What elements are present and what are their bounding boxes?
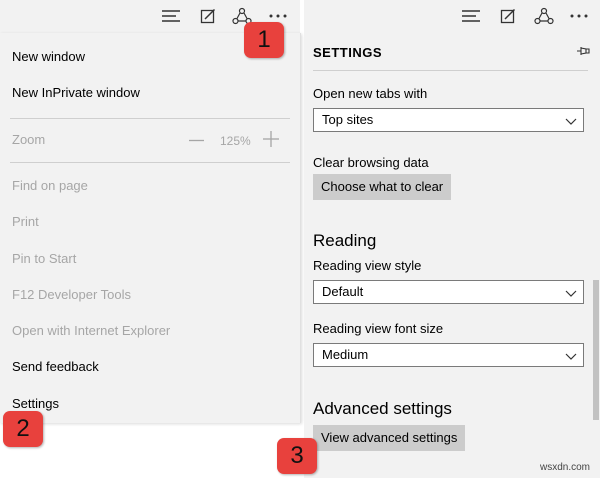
menu-item-settings[interactable]: Settings: [12, 396, 59, 412]
more-actions-menu: New window New InPrivate window Zoom 125…: [0, 33, 301, 423]
hub-icon[interactable]: [459, 5, 483, 27]
clear-browsing-label: Clear browsing data: [313, 155, 429, 170]
reading-view-style-value: Default: [322, 284, 364, 299]
settings-divider: [313, 70, 588, 71]
reading-view-font-size-value: Medium: [322, 347, 369, 362]
chevron-down-icon: [565, 286, 577, 298]
open-new-tabs-value: Top sites: [322, 112, 374, 127]
menu-divider: [10, 118, 290, 119]
reading-view-style-label: Reading view style: [313, 258, 422, 273]
menu-item-send-feedback[interactable]: Send feedback: [12, 359, 99, 375]
step-badge-1: 1: [244, 22, 284, 58]
step-badge-2: 2: [3, 411, 43, 447]
zoom-label: Zoom: [12, 132, 46, 147]
settings-title: SETTINGS: [313, 45, 383, 60]
reading-heading: Reading: [313, 231, 377, 250]
menu-item-pin-to-start[interactable]: Pin to Start: [12, 251, 76, 267]
menu-item-new-window[interactable]: New window: [12, 49, 85, 65]
menu-item-open-with-ie[interactable]: Open with Internet Explorer: [12, 323, 170, 339]
zoom-row: Zoom 125%: [0, 128, 300, 152]
zoom-out-icon[interactable]: [188, 132, 205, 149]
menu-item-f12-developer-tools[interactable]: F12 Developer Tools: [12, 287, 131, 303]
menu-item-find-on-page[interactable]: Find on page: [12, 178, 88, 194]
choose-what-to-clear-button[interactable]: Choose what to clear: [313, 174, 452, 200]
menu-item-print[interactable]: Print: [12, 214, 39, 230]
menu-item-new-inprivate-window[interactable]: New InPrivate window: [12, 85, 140, 101]
reading-view-font-size-label: Reading view font size: [313, 321, 444, 336]
open-new-tabs-label: Open new tabs with: [313, 86, 428, 101]
step-badge-3: 3: [277, 438, 317, 474]
share-icon[interactable]: [532, 5, 556, 27]
view-advanced-settings-button[interactable]: View advanced settings: [313, 425, 466, 451]
chevron-down-icon: [565, 349, 577, 361]
chevron-down-icon: [565, 114, 577, 126]
scrollbar[interactable]: [593, 280, 599, 420]
zoom-value: 125%: [220, 134, 251, 148]
right-toolbar: [304, 0, 600, 33]
web-note-icon[interactable]: [196, 5, 220, 27]
settings-pane: SETTINGS Open new tabs with Top sites Cl…: [304, 0, 600, 478]
more-icon[interactable]: [567, 5, 591, 27]
zoom-in-icon[interactable]: [262, 130, 280, 148]
advanced-settings-heading: Advanced settings: [313, 399, 452, 418]
reading-view-style-select[interactable]: Default: [313, 280, 584, 304]
web-note-icon[interactable]: [496, 5, 520, 27]
pin-icon[interactable]: [576, 44, 590, 58]
watermark: wsxdn.com: [540, 462, 591, 473]
open-new-tabs-select[interactable]: Top sites: [313, 108, 584, 132]
hub-icon[interactable]: [159, 5, 183, 27]
reading-view-font-size-select[interactable]: Medium: [313, 343, 584, 367]
menu-divider: [10, 162, 290, 163]
